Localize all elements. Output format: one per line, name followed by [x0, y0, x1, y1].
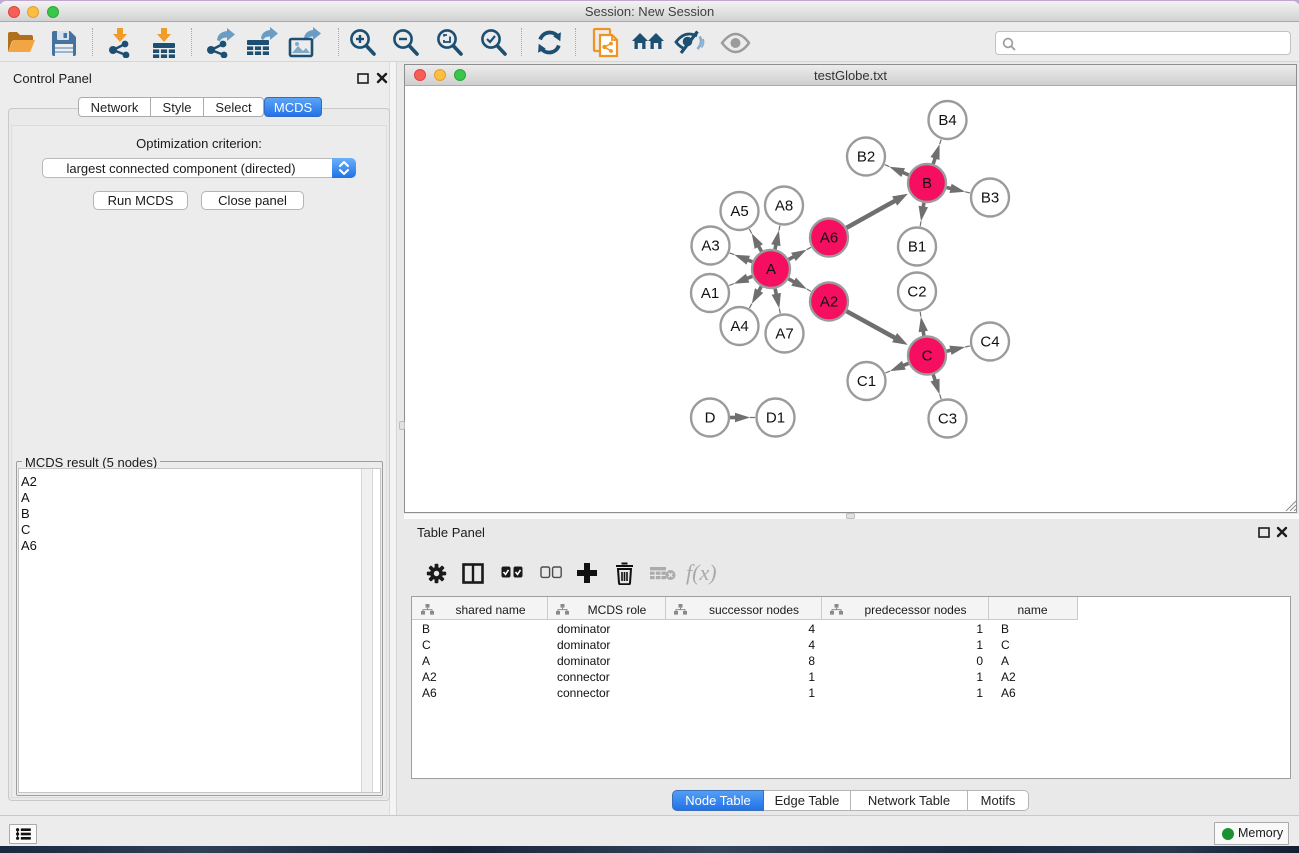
- svg-text:C3: C3: [938, 411, 957, 428]
- svg-text:A7: A7: [775, 326, 793, 343]
- svg-text:A5: A5: [730, 203, 748, 220]
- svg-text:A1: A1: [701, 285, 719, 302]
- svg-text:A6: A6: [820, 230, 838, 247]
- svg-text:A: A: [766, 261, 776, 278]
- svg-text:B1: B1: [908, 239, 926, 256]
- svg-text:A2: A2: [820, 294, 838, 311]
- svg-text:C1: C1: [857, 373, 876, 390]
- svg-text:D1: D1: [766, 410, 785, 427]
- svg-text:A8: A8: [775, 198, 793, 215]
- svg-text:C2: C2: [907, 284, 926, 301]
- svg-text:B: B: [922, 175, 932, 192]
- svg-text:B4: B4: [938, 112, 956, 129]
- svg-text:A4: A4: [730, 318, 748, 335]
- svg-text:D: D: [705, 410, 716, 427]
- svg-text:C: C: [922, 348, 933, 365]
- svg-text:B2: B2: [857, 149, 875, 166]
- svg-text:A3: A3: [701, 238, 719, 255]
- svg-text:C4: C4: [980, 334, 999, 351]
- svg-text:B3: B3: [981, 190, 999, 207]
